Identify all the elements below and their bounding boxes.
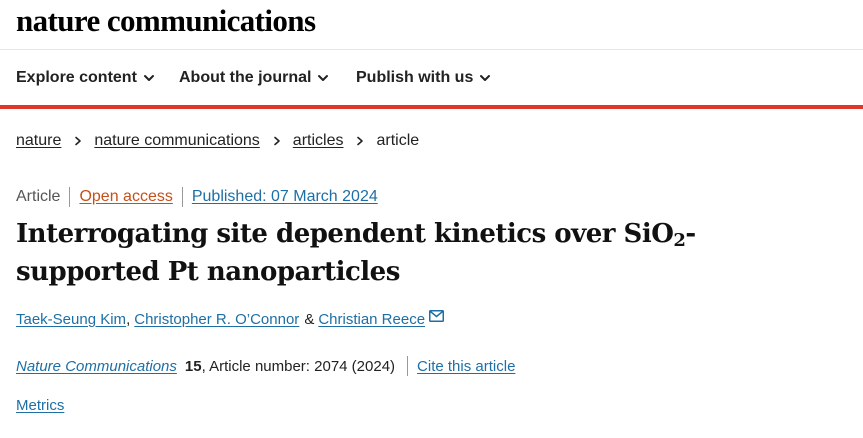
chevron-right-icon <box>357 136 364 146</box>
chevron-right-icon <box>273 136 280 146</box>
breadcrumb-articles[interactable]: articles <box>293 132 344 150</box>
primary-nav: Explore content About the journal Publis… <box>0 51 863 105</box>
author-separator: , <box>126 311 131 328</box>
author-link[interactable]: Taek-Seung Kim <box>16 311 126 328</box>
cite-this-article-link[interactable]: Cite this article <box>417 358 515 375</box>
chevron-right-icon <box>75 136 82 146</box>
divider <box>181 187 183 207</box>
title-subscript: 2 <box>673 230 686 251</box>
published-date-link[interactable]: Published: 07 March 2024 <box>192 188 378 206</box>
metrics-link[interactable]: Metrics <box>16 397 64 414</box>
breadcrumb-nature[interactable]: nature <box>16 132 61 150</box>
chevron-down-icon <box>143 74 154 81</box>
journal-link[interactable]: Nature Communications <box>16 358 177 375</box>
author-separator: & <box>304 311 315 328</box>
open-access-link[interactable]: Open access <box>79 188 172 206</box>
nav-explore-content[interactable]: Explore content <box>16 69 155 87</box>
volume: 15 <box>184 357 202 375</box>
article-number: , Article number: 2074 (2024) <box>201 357 396 375</box>
author-link[interactable]: Christopher R. O’Connor <box>134 311 299 328</box>
author-list: Taek-Seung Kim , Christopher R. O’Connor… <box>16 310 445 328</box>
accent-bar <box>0 105 863 109</box>
nav-publish-with-us[interactable]: Publish with us <box>356 69 491 87</box>
article-type: Article <box>16 188 61 205</box>
article-meta: Article Open access Published: 07 March … <box>16 187 378 207</box>
divider <box>407 356 409 376</box>
nav-about-journal[interactable]: About the journal <box>179 69 329 87</box>
nav-item-label: Publish with us <box>356 69 474 86</box>
divider <box>69 187 71 207</box>
breadcrumb-current: article <box>376 132 420 149</box>
chevron-down-icon <box>318 74 329 81</box>
breadcrumb-nature-communications[interactable]: nature communications <box>94 132 259 150</box>
mail-icon[interactable] <box>429 310 445 322</box>
citation-line: Nature Communications 15 , Article numbe… <box>16 356 515 376</box>
nav-item-label: About the journal <box>179 69 312 86</box>
author-link[interactable]: Christian Reece <box>318 311 425 328</box>
title-part-1: Interrogating site dependent kinetics ov… <box>16 219 674 249</box>
chevron-down-icon <box>480 74 491 81</box>
journal-logo[interactable]: nature communications <box>16 3 316 39</box>
article-title: Interrogating site dependent kinetics ov… <box>16 215 696 291</box>
masthead: nature communications <box>0 0 863 50</box>
breadcrumb: nature nature communications articles ar… <box>16 132 419 150</box>
nav-item-label: Explore content <box>16 69 137 86</box>
